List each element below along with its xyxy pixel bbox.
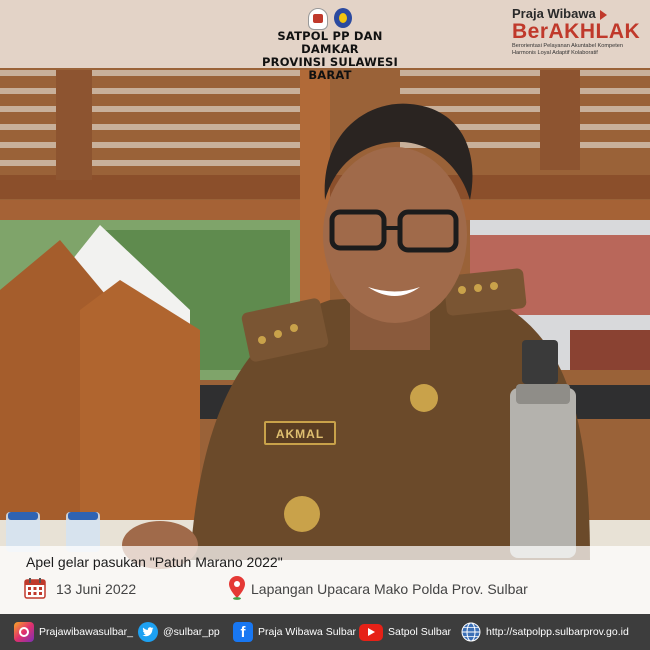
event-date: 13 Juni 2022 — [56, 581, 137, 597]
footer-twitter-label: @sulbar_pp — [163, 626, 220, 638]
location-pin-icon — [229, 576, 245, 600]
brand-tagline-1: Berorientasi Pelayanan Akuntabel Kompete… — [512, 43, 624, 49]
instagram-icon — [14, 622, 34, 642]
brand-title: BerAKHLAK — [512, 20, 641, 43]
calendar-icon — [24, 578, 46, 599]
facebook-icon: f — [233, 622, 253, 642]
footer-youtube-label: Satpol Sulbar — [388, 626, 452, 638]
footer-website-link[interactable]: http://satpolpp.sulbarprov.go.id — [461, 622, 629, 642]
caption-title: Apel gelar pasukan "Patuh Marano 2022" — [26, 554, 283, 570]
social-footer: Prajawibawasulbar_ @sulbar_pp f Praja Wi… — [0, 614, 650, 650]
globe-icon — [461, 622, 481, 642]
org-name-line-1: SATPOL PP DAN DAMKAR — [277, 29, 383, 56]
brand-tagline-2: Harmonis Loyal Adaptif Kolaboratif — [512, 50, 598, 56]
satpol-pp-emblem-icon — [334, 8, 352, 28]
brand-top: Praja Wibawa — [512, 6, 642, 21]
org-logos — [250, 8, 410, 30]
chevron-right-icon — [599, 9, 607, 20]
footer-facebook-link[interactable]: f Praja Wibawa Sulbar — [233, 622, 356, 642]
footer-instagram-label: Prajawibawasulbar_ — [39, 626, 133, 638]
post-image: AKMAL SATPOL PP DAN DAMKAR PROVINSI SULA… — [0, 0, 650, 650]
name-tag: AKMAL — [264, 421, 336, 445]
event-location: Lapangan Upacara Mako Polda Prov. Sulbar — [251, 581, 528, 597]
twitter-icon — [138, 622, 158, 642]
footer-facebook-label: Praja Wibawa Sulbar — [258, 626, 357, 638]
province-emblem-icon — [308, 8, 328, 30]
footer-twitter-link[interactable]: @sulbar_pp — [138, 622, 220, 642]
org-identity: SATPOL PP DAN DAMKAR PROVINSI SULAWESI B… — [250, 8, 410, 82]
name-tag-text: AKMAL — [275, 427, 325, 441]
caption-meta: 13 Juni 2022 Lapangan Upacara Mako Polda… — [24, 576, 644, 602]
footer-instagram-link[interactable]: Prajawibawasulbar_ — [14, 622, 133, 642]
footer-youtube-link[interactable]: Satpol Sulbar — [359, 622, 451, 642]
brand-top-text: Praja Wibawa — [512, 6, 596, 21]
org-name-line-2: PROVINSI SULAWESI BARAT — [262, 55, 398, 82]
brand-logo: Praja Wibawa BerAKHLAK Berorientasi Pela… — [512, 6, 642, 57]
youtube-icon — [359, 623, 383, 641]
footer-website-label: http://satpolpp.sulbarprov.go.id — [486, 626, 629, 638]
